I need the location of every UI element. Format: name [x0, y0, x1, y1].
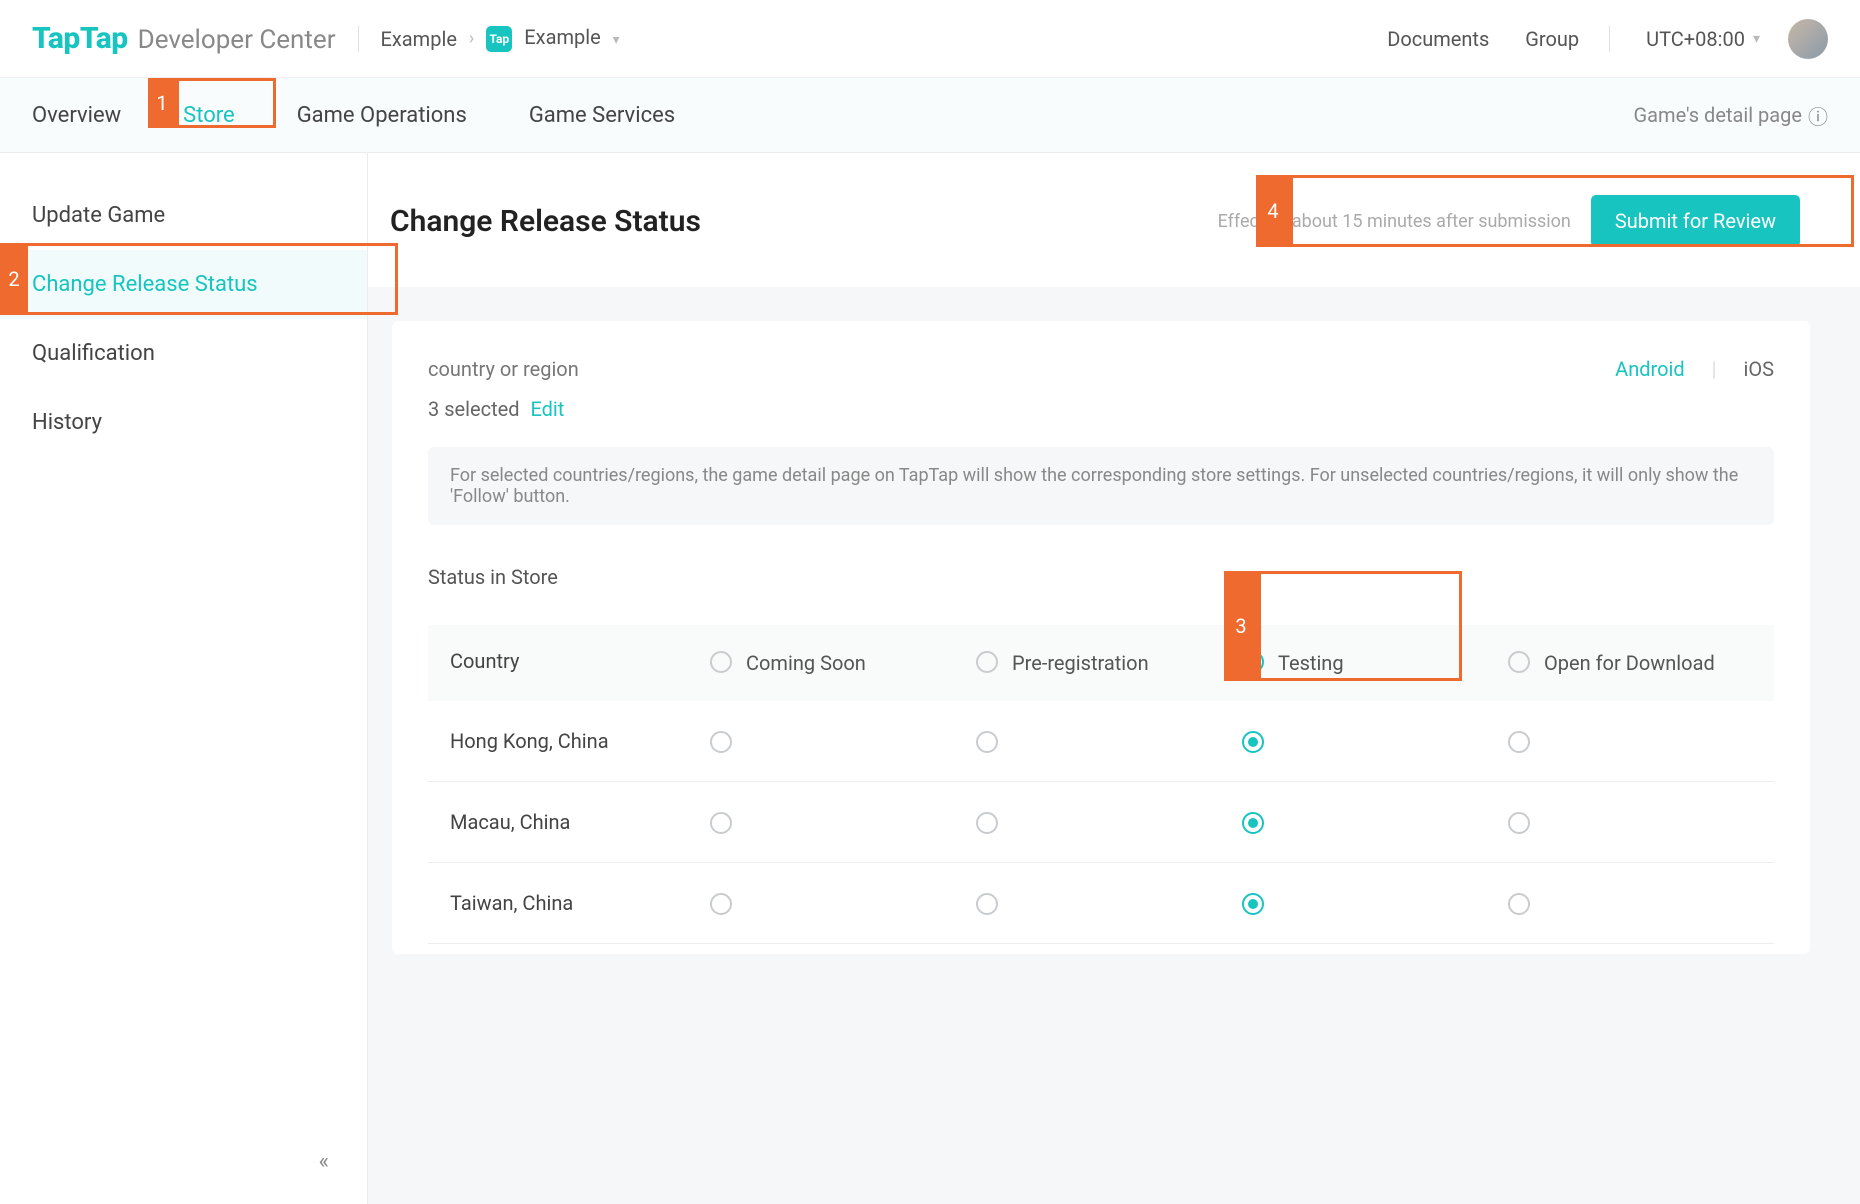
chevron-right-icon: ›: [469, 28, 474, 49]
table-row: Hong Kong, China: [428, 701, 1774, 782]
radio-coming-soon[interactable]: [710, 731, 732, 753]
callout-1-box: [176, 78, 276, 128]
timezone-selector[interactable]: UTC+08:00 ▾: [1646, 27, 1760, 51]
table-header: Country Coming Soon Pre-registration Tes…: [428, 625, 1774, 701]
nav-documents[interactable]: Documents: [1387, 27, 1489, 51]
tab-game-services[interactable]: Game Services: [529, 103, 675, 128]
radio-testing[interactable]: [1242, 731, 1264, 753]
chevron-right-circle-icon: ⓘ: [1808, 101, 1828, 130]
col-coming-soon[interactable]: Coming Soon: [710, 649, 976, 677]
table-row: Taiwan, China: [428, 863, 1774, 944]
country-section-label: country or region: [428, 357, 579, 381]
platform-tabs: Android | iOS: [1615, 357, 1774, 381]
callout-1: 1: [148, 78, 176, 128]
divider: [1609, 26, 1610, 52]
platform-ios[interactable]: iOS: [1744, 357, 1775, 381]
nav-bar: Overview Store Game Operations Game Serv…: [0, 78, 1860, 153]
chevron-down-icon: ▾: [1753, 31, 1760, 47]
game-detail-label: Game's detail page: [1634, 103, 1802, 127]
row-country: Hong Kong, China: [450, 729, 710, 753]
divider: |: [1712, 357, 1717, 381]
sidebar-item-history[interactable]: History: [0, 388, 367, 457]
status-section-label: Status in Store: [428, 565, 1774, 589]
info-banner: For selected countries/regions, the game…: [428, 447, 1774, 525]
selected-count: 3 selected: [428, 397, 520, 421]
callout-2: 2: [0, 243, 28, 315]
main: Change Release Status Effective about 15…: [368, 153, 1860, 1204]
breadcrumb-root[interactable]: Example: [381, 27, 457, 51]
app-icon: Tap: [486, 26, 512, 52]
logo-primary: TapTap: [32, 21, 128, 56]
callout-4-box: [1290, 175, 1854, 247]
col-open-for-download[interactable]: Open for Download: [1508, 649, 1774, 677]
breadcrumb-app[interactable]: Example: [524, 25, 600, 49]
main-content: country or region 3 selected Edit Androi…: [368, 287, 1860, 1204]
tab-overview[interactable]: Overview: [32, 103, 121, 128]
table-row: Macau, China: [428, 782, 1774, 863]
radio-open-for-download[interactable]: [1508, 812, 1530, 834]
radio-pre-registration[interactable]: [976, 731, 998, 753]
top-header: TapTap Developer Center Example › Tap Ex…: [0, 0, 1860, 78]
collapse-sidebar-icon[interactable]: «: [319, 1149, 329, 1174]
callout-3-box: [1258, 571, 1462, 681]
release-card: country or region 3 selected Edit Androi…: [392, 321, 1810, 954]
radio-pre-registration[interactable]: [976, 893, 998, 915]
radio-testing[interactable]: [1242, 812, 1264, 834]
chevron-down-icon[interactable]: ▾: [613, 32, 620, 48]
callout-2-box: [0, 243, 398, 315]
radio-open-for-download[interactable]: [1508, 893, 1530, 915]
radio-testing[interactable]: [1242, 893, 1264, 915]
page-title: Change Release Status: [390, 204, 701, 239]
avatar[interactable]: [1788, 19, 1828, 59]
radio-coming-soon[interactable]: [710, 893, 732, 915]
nav-group[interactable]: Group: [1525, 27, 1579, 51]
timezone-value: UTC+08:00: [1646, 27, 1745, 51]
col-country-header: Country: [450, 649, 710, 673]
game-detail-link[interactable]: Game's detail page ⓘ: [1634, 101, 1828, 130]
row-country: Taiwan, China: [450, 891, 710, 915]
status-table: Country Coming Soon Pre-registration Tes…: [428, 625, 1774, 944]
logo-secondary: Developer Center: [138, 25, 336, 55]
radio-pre-registration[interactable]: [976, 812, 998, 834]
callout-4: 4: [1256, 175, 1290, 247]
radio-open-for-download[interactable]: [1508, 731, 1530, 753]
row-country: Macau, China: [450, 810, 710, 834]
radio-coming-soon[interactable]: [710, 812, 732, 834]
divider: [358, 26, 359, 52]
col-pre-registration[interactable]: Pre-registration: [976, 649, 1242, 677]
edit-countries-link[interactable]: Edit: [530, 397, 564, 421]
sidebar-item-qualification[interactable]: Qualification: [0, 319, 367, 388]
platform-android[interactable]: Android: [1615, 357, 1685, 381]
tab-game-operations[interactable]: Game Operations: [297, 103, 467, 128]
logo[interactable]: TapTap Developer Center: [32, 21, 336, 56]
callout-3: 3: [1224, 571, 1258, 681]
sidebar-item-update-game[interactable]: Update Game: [0, 181, 367, 250]
